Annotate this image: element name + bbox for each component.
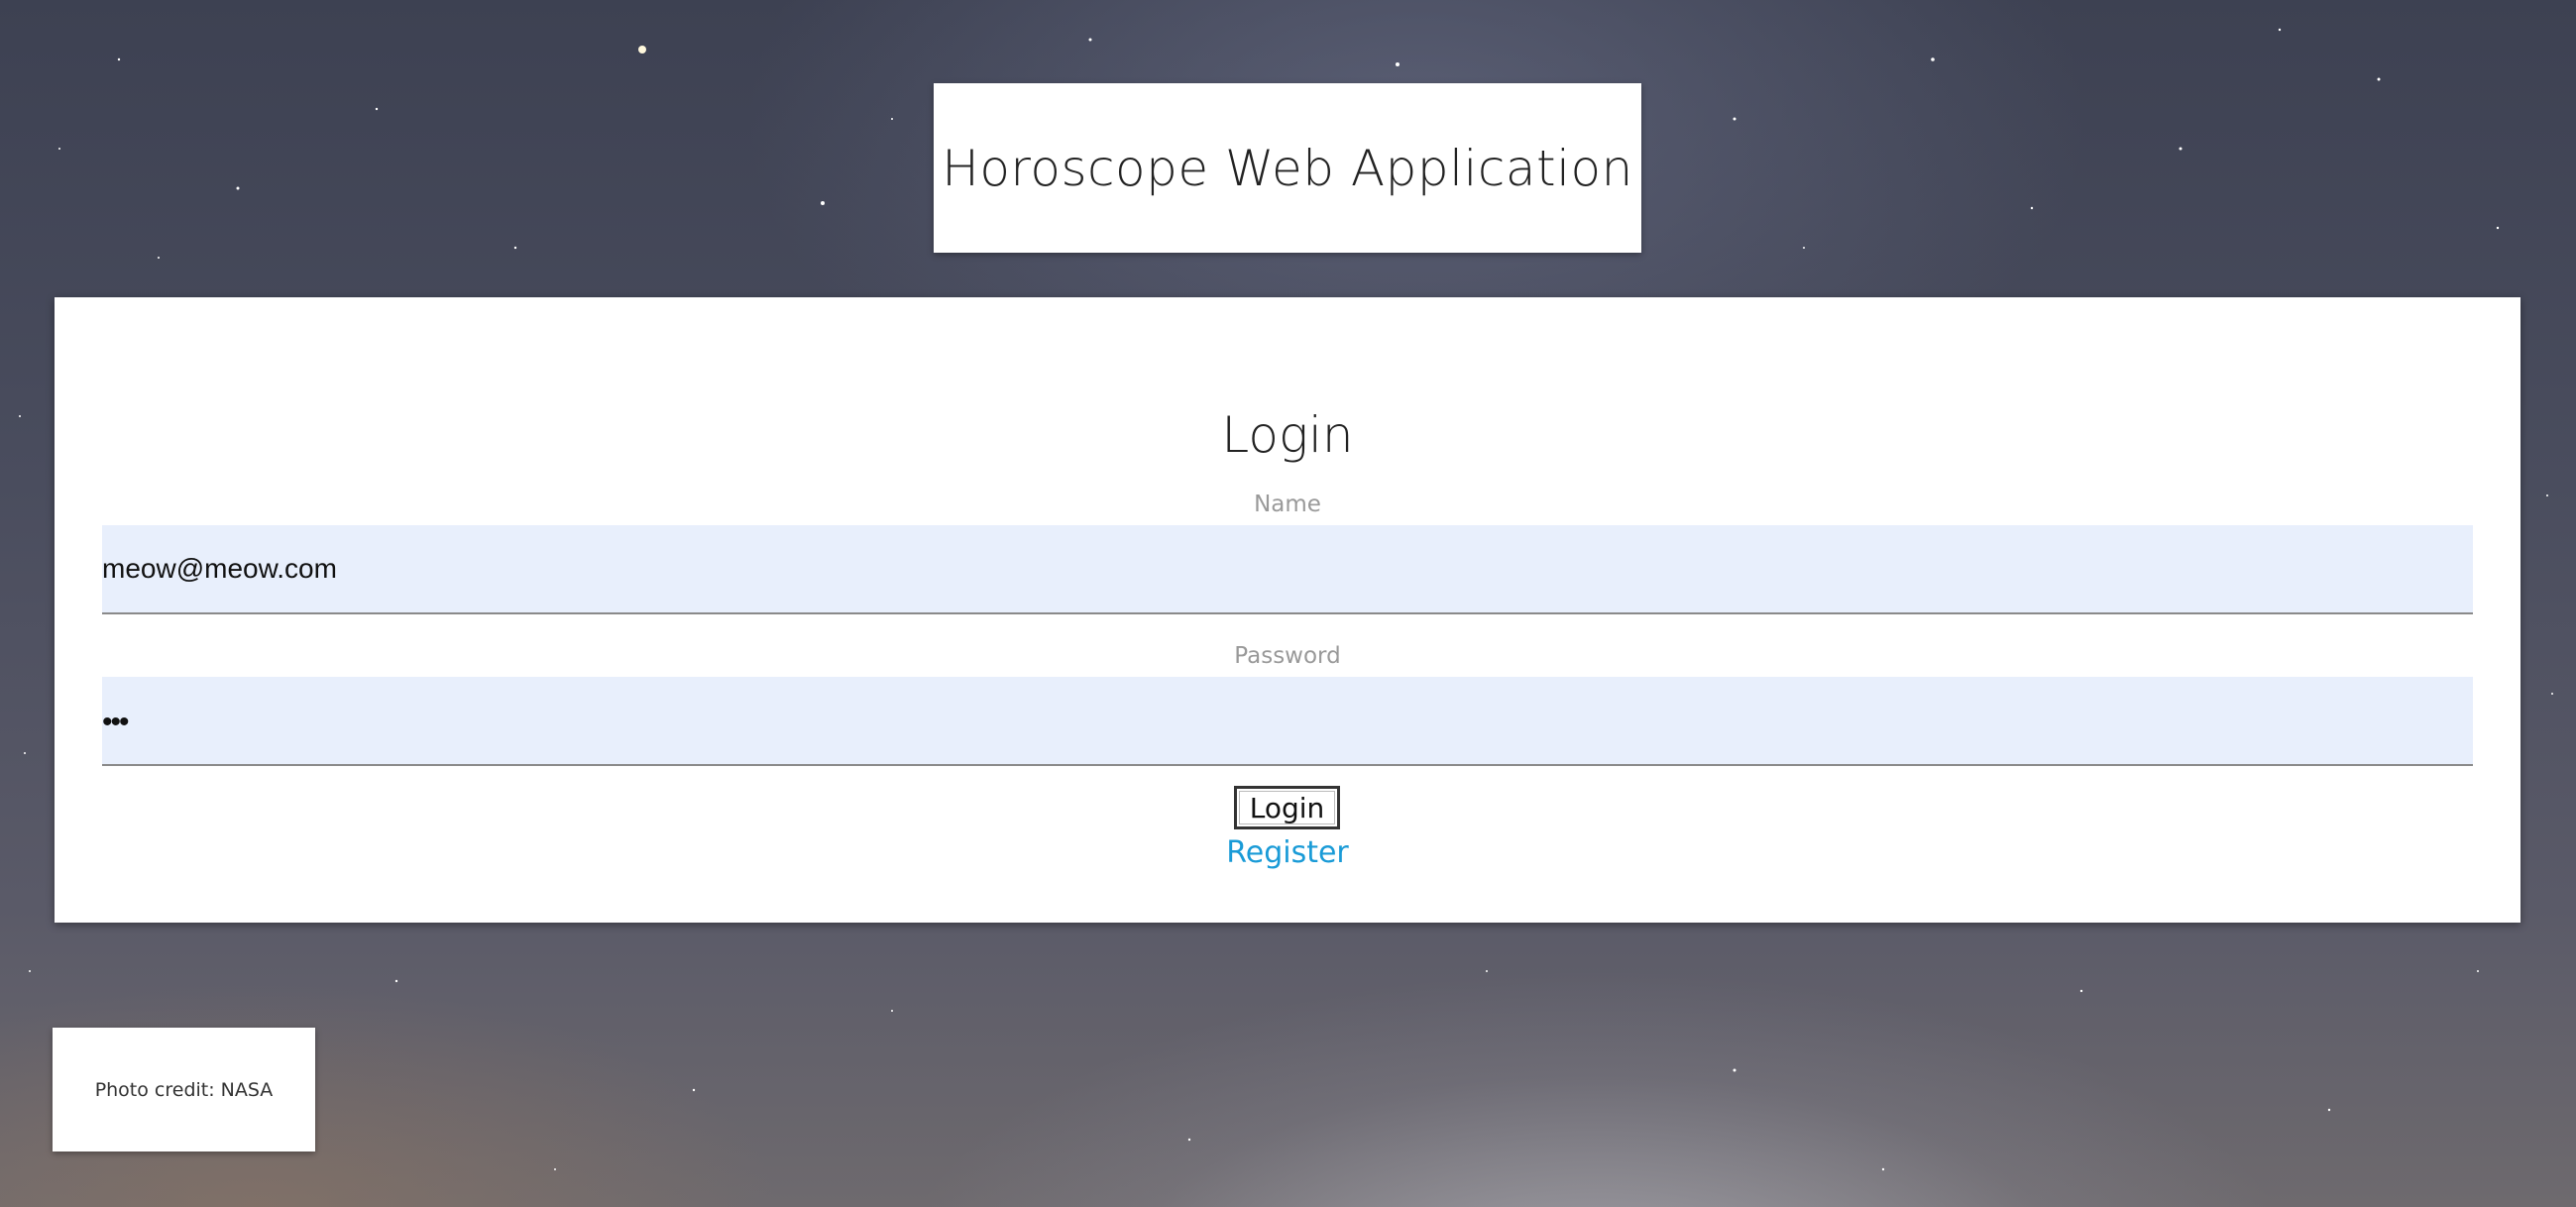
register-link-text[interactable]: Register xyxy=(1226,835,1349,870)
login-form: Login Name meow@meow.com Password ••• Lo… xyxy=(55,297,2520,923)
login-button[interactable]: Login xyxy=(1234,786,1340,829)
photo-credit-text: Photo credit: NASA xyxy=(94,1078,274,1101)
name-field-value: meow@meow.com xyxy=(102,553,337,584)
photo-credit-card: Photo credit: NASA xyxy=(53,1028,315,1152)
password-field-value: ••• xyxy=(102,706,129,738)
app-header: Horoscope Web Application xyxy=(934,83,1641,253)
app-title: Horoscope Web Application xyxy=(942,139,1633,197)
name-field[interactable]: meow@meow.com xyxy=(102,525,2473,614)
register-link: Register xyxy=(55,835,2520,870)
login-heading: Login xyxy=(1221,406,1354,464)
password-label: Password xyxy=(1234,643,1341,669)
password-field[interactable]: ••• xyxy=(102,677,2473,766)
name-label: Name xyxy=(1254,492,1321,517)
